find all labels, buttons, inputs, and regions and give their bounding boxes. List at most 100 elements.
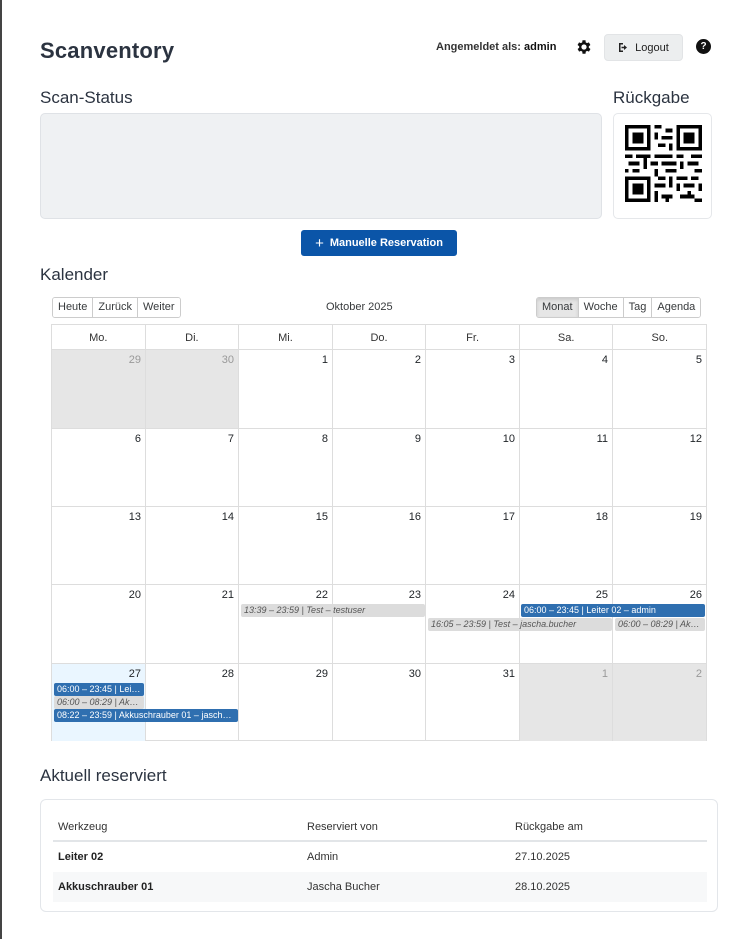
view-day-button[interactable]: Tag — [623, 298, 653, 317]
calendar-day[interactable]: 5 — [613, 350, 706, 428]
calendar-day[interactable]: 18 — [520, 507, 613, 584]
cell-tool: Akkuschrauber 01 — [58, 881, 154, 893]
cell-reserved-by: Jascha Bucher — [307, 881, 380, 893]
calendar-day[interactable]: 28 — [146, 664, 239, 741]
reserved-table: Werkzeug Reserviert von Rückgabe am Leit… — [53, 812, 707, 902]
day-number: 16 — [408, 511, 421, 523]
calendar-day[interactable]: 7 — [146, 429, 239, 506]
day-number: 30 — [408, 668, 421, 680]
day-number: 18 — [595, 511, 608, 523]
login-label: Angemeldet als: — [436, 41, 521, 53]
calendar-day[interactable]: 2 — [613, 664, 706, 741]
calendar-day[interactable]: 22 — [239, 585, 333, 663]
calendar-day[interactable]: 1 — [520, 664, 613, 741]
calendar-week: 13 14 15 16 17 18 19 — [52, 507, 706, 585]
view-month-button[interactable]: Monat — [537, 298, 579, 317]
day-number: 21 — [221, 589, 234, 601]
day-number: 23 — [408, 589, 421, 601]
column-header-tool: Werkzeug — [58, 821, 108, 833]
app-header: Scanventory Angemeldet als: admin Logout… — [40, 34, 715, 66]
login-user: admin — [524, 41, 557, 53]
reserved-table-card: Werkzeug Reserviert von Rückgabe am Leit… — [40, 799, 718, 912]
calendar-day[interactable]: 17 — [426, 507, 520, 584]
day-number: 22 — [315, 589, 328, 601]
window-border — [0, 0, 2, 939]
weekday-label: Fr. — [426, 325, 520, 349]
calendar-day[interactable]: 30 — [333, 664, 426, 741]
scan-status-heading: Scan-Status — [40, 88, 133, 107]
calendar-day[interactable]: 4 — [520, 350, 613, 428]
day-number: 14 — [221, 511, 234, 523]
calendar-day[interactable]: 23 — [333, 585, 426, 663]
calendar-day[interactable]: 10 — [426, 429, 520, 506]
table-row: Leiter 02 Admin 27.10.2025 — [53, 842, 707, 872]
calendar-day[interactable]: 29 — [52, 350, 146, 428]
calendar-day[interactable]: 8 — [239, 429, 333, 506]
calendar-day[interactable]: 11 — [520, 429, 613, 506]
manual-reservation-button[interactable]: + Manuelle Reservation — [301, 230, 457, 256]
help-icon[interactable]: ? — [696, 39, 711, 54]
calendar-day[interactable]: 16 — [333, 507, 426, 584]
calendar-event[interactable]: 06:00 – 23:45 | Leiter 02 – admin — [521, 604, 705, 617]
weekday-label: Mi. — [239, 325, 333, 349]
view-week-button[interactable]: Woche — [578, 298, 624, 317]
logout-button[interactable]: Logout — [604, 34, 683, 61]
day-number: 8 — [321, 433, 328, 445]
calendar-view-group: Monat Woche Tag Agenda — [536, 297, 702, 318]
calendar-event[interactable]: 06:00 – 08:29 | Akkuschrauber 01 — [54, 696, 144, 709]
calendar-week: 27 28 29 30 31 1 2 06:00 – 23:45 | Leite… — [52, 664, 706, 741]
calendar-day[interactable]: 21 — [146, 585, 239, 663]
table-header-row: Werkzeug Reserviert von Rückgabe am — [53, 812, 707, 842]
calendar-day[interactable]: 29 — [239, 664, 333, 741]
day-number: 2 — [414, 354, 421, 366]
calendar-day[interactable]: 3 — [426, 350, 520, 428]
calendar-day[interactable]: 9 — [333, 429, 426, 506]
calendar-event[interactable]: 13:39 – 23:59 | Test – testuser — [241, 604, 425, 617]
calendar-day[interactable]: 20 — [52, 585, 146, 663]
day-number: 31 — [502, 668, 515, 680]
back-button[interactable]: Zurück — [93, 298, 138, 317]
day-number: 17 — [502, 511, 515, 523]
day-number: 28 — [221, 668, 234, 680]
day-number: 20 — [128, 589, 141, 601]
today-button[interactable]: Heute — [53, 298, 94, 317]
calendar-day[interactable]: 30 — [146, 350, 239, 428]
calendar-event[interactable]: 06:00 – 23:45 | Leiter 02 – admin — [54, 683, 144, 696]
cell-return-date: 27.10.2025 — [515, 851, 571, 863]
gear-icon[interactable] — [575, 38, 593, 56]
calendar-day[interactable]: 1 — [239, 350, 333, 428]
month-calendar: Mo. Di. Mi. Do. Fr. Sa. So. 29 30 1 2 3 … — [51, 324, 707, 741]
column-header-return-date: Rückgabe am — [515, 821, 583, 833]
calendar-event[interactable]: 08:22 – 23:59 | Akkuschrauber 01 – jasch… — [54, 709, 238, 722]
weekday-label: Sa. — [520, 325, 614, 349]
weekday-label: Di. — [146, 325, 240, 349]
return-heading: Rückgabe — [613, 88, 690, 107]
calendar-day[interactable]: 6 — [52, 429, 146, 506]
day-number: 9 — [414, 433, 421, 445]
day-number: 6 — [134, 433, 141, 445]
logout-icon — [619, 43, 628, 52]
calendar-day[interactable]: 19 — [613, 507, 706, 584]
calendar-day[interactable]: 31 — [426, 664, 520, 741]
day-number: 30 — [221, 354, 234, 366]
day-number: 25 — [595, 589, 608, 601]
calendar-event[interactable]: 06:00 – 08:29 | Akkuschrauber 01 — [615, 618, 705, 631]
day-number: 29 — [315, 668, 328, 680]
calendar-week: 20 21 22 23 24 25 26 13:39 – 23:59 | Tes… — [52, 585, 706, 664]
day-number: 7 — [227, 433, 234, 445]
view-agenda-button[interactable]: Agenda — [652, 298, 701, 317]
calendar-day[interactable]: 13 — [52, 507, 146, 584]
calendar-day[interactable]: 2 — [333, 350, 426, 428]
reserved-heading: Aktuell reserviert — [40, 766, 167, 785]
weekday-header: Mo. Di. Mi. Do. Fr. Sa. So. — [52, 325, 706, 350]
calendar-day[interactable]: 14 — [146, 507, 239, 584]
calendar-day[interactable]: 15 — [239, 507, 333, 584]
day-number: 24 — [502, 589, 515, 601]
calendar-day[interactable]: 12 — [613, 429, 706, 506]
calendar-toolbar: Heute Zurück Weiter Oktober 2025 Monat W… — [52, 297, 707, 318]
calendar-event[interactable]: 16:05 – 23:59 | Test – jascha.bucher — [428, 618, 612, 631]
next-button[interactable]: Weiter — [137, 298, 180, 317]
weekday-label: Mo. — [52, 325, 146, 349]
day-number: 15 — [315, 511, 328, 523]
day-number: 19 — [689, 511, 702, 523]
